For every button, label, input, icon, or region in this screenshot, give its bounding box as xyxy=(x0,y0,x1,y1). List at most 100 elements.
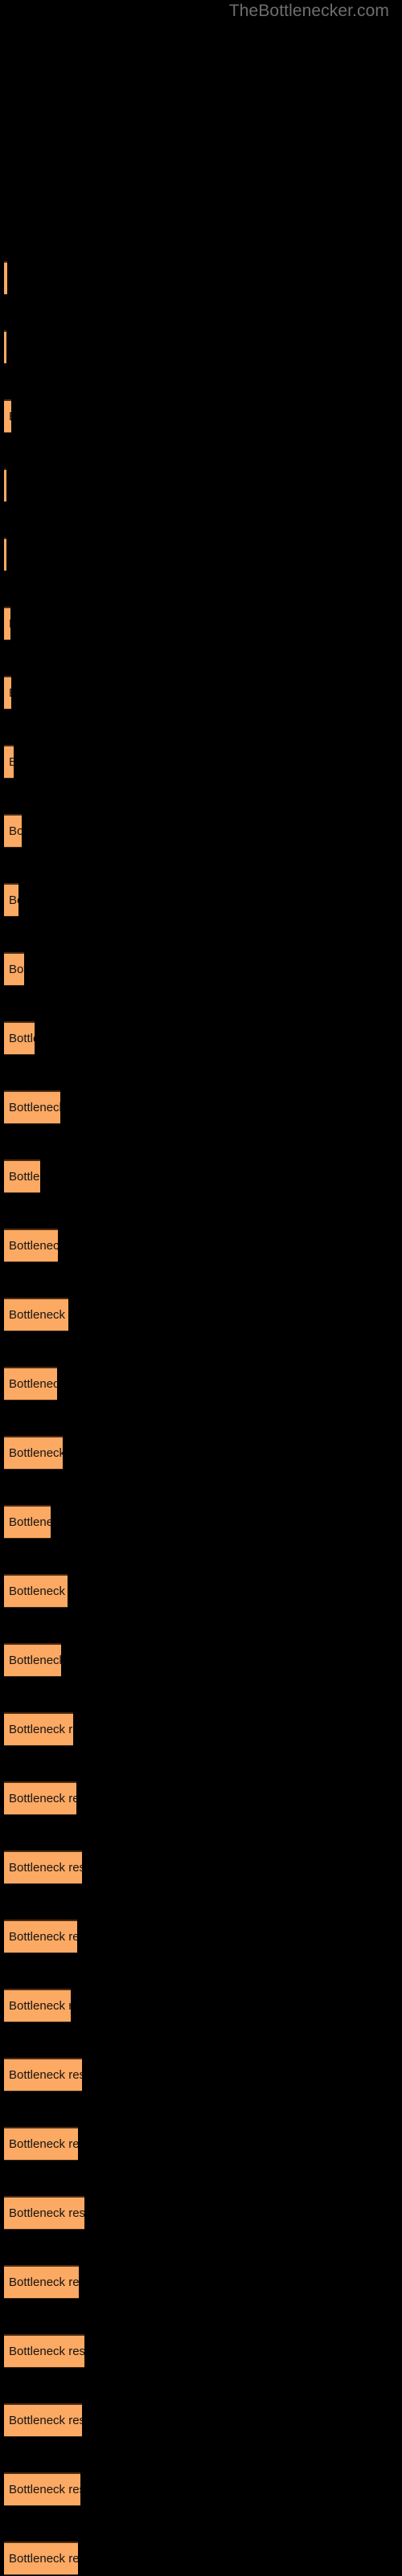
bottleneck-chart-root: TheBottlenecker.com Bottleneck resultBot… xyxy=(0,0,402,2575)
chart-bar[interactable]: Bottleneck result xyxy=(4,1574,68,1608)
bar-label: Bottleneck result xyxy=(9,893,18,907)
bar-label: Bottleneck result xyxy=(9,1170,40,1184)
bar-label: Bottleneck result xyxy=(9,2068,82,2082)
bar-label: Bottleneck result xyxy=(9,2275,79,2289)
bar-row: Bottleneck result xyxy=(0,1920,402,1954)
chart-bar[interactable]: Bottleneck result xyxy=(4,1989,71,2022)
bar-label: Bottleneck result xyxy=(4,341,6,354)
bar-label: Bottleneck result xyxy=(4,549,6,561)
chart-bar[interactable]: Bottleneck result xyxy=(4,2541,78,2575)
chart-bar[interactable]: Bottleneck result xyxy=(4,2403,82,2437)
chart-bar[interactable]: Bottleneck result xyxy=(4,1505,51,1539)
bar-label: Bottleneck result xyxy=(9,1999,71,2013)
bar-row: Bottleneck result xyxy=(0,2127,402,2161)
bar-row: Bottleneck result xyxy=(0,330,402,365)
chart-bar[interactable]: Bottleneck result xyxy=(4,468,6,502)
bar-row: Bottleneck result xyxy=(0,1850,402,1885)
bar-label: Bottleneck result xyxy=(9,2552,78,2566)
bar-label: Bottleneck result xyxy=(9,2206,84,2220)
bar-row: Bottleneck result xyxy=(0,1505,402,1539)
bar-row: Bottleneck result xyxy=(0,2196,402,2230)
bar-row: Bottleneck result xyxy=(0,814,402,848)
bar-row: Bottleneck result xyxy=(0,1090,402,1125)
bar-row: Bottleneck result xyxy=(0,1781,402,1816)
bar-label: Bottleneck result xyxy=(9,1377,57,1391)
bar-label: Bottleneck result xyxy=(4,411,11,423)
bar-label: Bottleneck result xyxy=(9,1032,35,1045)
bar-row: Bottleneck result xyxy=(0,1574,402,1609)
bar-row: Bottleneck result xyxy=(0,2472,402,2507)
chart-bar[interactable]: Bottleneck result xyxy=(4,1090,60,1124)
chart-bar[interactable]: Bottleneck result xyxy=(4,2058,82,2091)
chart-bar[interactable]: Bottleneck result xyxy=(4,952,24,986)
chart-bar[interactable]: Bottleneck result xyxy=(4,607,10,640)
chart-bar[interactable]: Bottleneck result xyxy=(4,1781,76,1815)
bar-label: Bottleneck result xyxy=(9,824,22,838)
bar-label: Bottleneck result xyxy=(9,1515,51,1529)
bar-row: Bottleneck result xyxy=(0,1159,402,1194)
bar-row: Bottleneck result xyxy=(0,1021,402,1056)
bar-label: Bottleneck result xyxy=(4,756,14,768)
bar-row: Bottleneck result xyxy=(0,2058,402,2092)
chart-bar[interactable]: Bottleneck result xyxy=(4,2472,80,2506)
chart-bar[interactable]: Bottleneck result xyxy=(4,814,22,848)
bar-row: Bottleneck result xyxy=(0,538,402,572)
bar-row: Bottleneck result xyxy=(0,1436,402,1470)
bar-label: Bottleneck result xyxy=(9,1446,63,1460)
chart-bar[interactable]: Bottleneck result xyxy=(4,1920,77,1953)
bar-label: Bottleneck result xyxy=(9,2483,80,2496)
bar-row: Bottleneck result xyxy=(0,2334,402,2369)
bar-label: Bottleneck result xyxy=(9,1308,68,1322)
bar-row: Bottleneck result xyxy=(0,1298,402,1332)
bar-label: Bottleneck result xyxy=(4,480,6,492)
bar-label: Bottleneck result xyxy=(4,272,7,284)
chart-bar[interactable]: Bottleneck result xyxy=(4,883,18,917)
bar-label: Bottleneck result xyxy=(9,2414,82,2427)
chart-bar[interactable]: Bottleneck result xyxy=(4,1850,82,1884)
chart-plot-area: Bottleneck result Bottleneck result Bottle… xyxy=(0,0,402,2575)
bar-label: Bottleneck result xyxy=(9,1723,73,1736)
bar-row: Bottleneck result xyxy=(0,2403,402,2438)
bar-row: Bottleneck result xyxy=(0,261,402,296)
chart-bar[interactable]: Bottleneck result xyxy=(4,2196,84,2230)
bar-label: Bottleneck result xyxy=(4,687,11,699)
chart-bar[interactable]: Bottleneck result xyxy=(4,1229,58,1262)
chart-bar[interactable]: Bottleneck result xyxy=(4,1712,73,1746)
chart-bar[interactable]: Bottleneck result xyxy=(4,1643,61,1677)
chart-bar[interactable]: Bottleneck result xyxy=(4,1367,57,1400)
chart-bar[interactable]: Bottleneck result xyxy=(4,1436,63,1470)
chart-bar[interactable]: Bottleneck result xyxy=(4,1298,68,1331)
chart-bar[interactable]: Bottleneck result xyxy=(4,676,11,709)
bar-label: Bottleneck result xyxy=(9,1584,68,1598)
chart-bar[interactable]: Bottleneck result xyxy=(4,745,14,779)
chart-bar[interactable]: Bottleneck result xyxy=(4,330,6,364)
bar-label: Bottleneck result xyxy=(9,1239,58,1253)
chart-bar[interactable]: Bottleneck result xyxy=(4,538,6,571)
chart-bar[interactable]: Bottleneck result xyxy=(4,2127,78,2161)
bar-row: Bottleneck result xyxy=(0,745,402,779)
bar-row: Bottleneck result xyxy=(0,2265,402,2300)
bar-label: Bottleneck result xyxy=(9,1861,82,1875)
bar-label: Bottleneck result xyxy=(4,618,10,630)
chart-bar[interactable]: Bottleneck result xyxy=(4,399,11,433)
bar-label: Bottleneck result xyxy=(9,1930,77,1944)
bar-row: Bottleneck result xyxy=(0,676,402,710)
chart-bar[interactable]: Bottleneck result xyxy=(4,2265,79,2299)
chart-bar[interactable]: Bottleneck result xyxy=(4,2334,84,2368)
bar-row: Bottleneck result xyxy=(0,1989,402,2023)
bar-label: Bottleneck result xyxy=(9,1101,60,1114)
bar-row: Bottleneck result xyxy=(0,468,402,503)
chart-bar[interactable]: Bottleneck result xyxy=(4,1021,35,1055)
bar-row: Bottleneck result xyxy=(0,399,402,434)
bar-label: Bottleneck result xyxy=(9,1792,76,1805)
bar-row: Bottleneck result xyxy=(0,1712,402,1747)
bar-row: Bottleneck result xyxy=(0,1643,402,1678)
bar-label: Bottleneck result xyxy=(9,2345,84,2358)
chart-bar[interactable]: Bottleneck result xyxy=(4,1159,40,1193)
bar-row: Bottleneck result xyxy=(0,607,402,641)
bar-label: Bottleneck result xyxy=(9,2137,78,2151)
bar-row: Bottleneck result xyxy=(0,883,402,918)
chart-bar[interactable]: Bottleneck result xyxy=(4,261,7,295)
bar-label: Bottleneck result xyxy=(9,963,24,976)
bar-row: Bottleneck result xyxy=(0,1229,402,1263)
